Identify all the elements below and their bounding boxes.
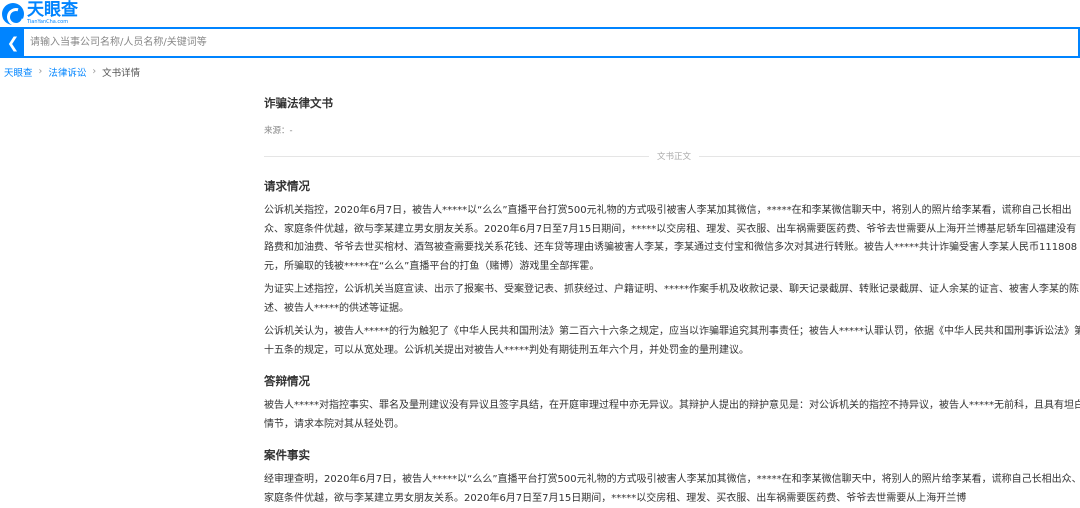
divider-line	[264, 155, 649, 157]
section-heading: 案件事实	[264, 448, 310, 462]
divider-line	[699, 155, 1080, 157]
logo-text: 天眼查	[27, 0, 78, 20]
document-source: 来源：-	[264, 126, 293, 136]
chevron-left-icon: ❮	[6, 33, 20, 52]
logo-text-group: 天眼查 TianYanCha.com	[27, 2, 78, 25]
paragraph: 被告人*****对指控事实、罪名及量刑建议没有异议且签字具结，在开庭审理过程中亦…	[264, 400, 1080, 430]
logo-icon	[2, 2, 24, 25]
section-heading: 答辩情况	[264, 374, 310, 388]
divider-label: 文书正文	[657, 152, 692, 162]
paragraph: 为证实上述指控，公诉机关当庭宣读、出示了报案书、受案登记表、抓获经过、户籍证明、…	[264, 284, 1079, 314]
search-input[interactable]	[24, 29, 1078, 56]
body-divider: 文书正文	[264, 150, 1080, 162]
breadcrumb-legal[interactable]: 法律诉讼	[48, 65, 86, 79]
back-button[interactable]: ❮	[2, 29, 24, 56]
paragraph: 公诉机关认为，被告人*****的行为触犯了《中华人民共和国刑法》第二百六十六条之…	[264, 326, 1080, 356]
search-bar: ❮	[0, 27, 1080, 58]
section-facts: 案件事实 经审理查明，2020年6月7日，被告人*****以“么么”直播平台打赏…	[264, 448, 1080, 508]
paragraph: 经审理查明，2020年6月7日，被告人*****以“么么”直播平台打赏500元礼…	[264, 474, 1080, 504]
section-defense: 答辩情况 被告人*****对指控事实、罪名及量刑建议没有异议且签字具结，在开庭审…	[264, 374, 1080, 434]
top-bar: 天眼查 TianYanCha.com	[0, 0, 1080, 27]
section-request: 请求情况 公诉机关指控，2020年6月7日，被告人*****以“么么”直播平台打…	[264, 179, 1080, 360]
breadcrumb-separator: ›	[38, 66, 43, 77]
logo-subtext: TianYanCha.com	[27, 19, 69, 25]
logo[interactable]: 天眼查 TianYanCha.com	[2, 2, 78, 25]
breadcrumb-home[interactable]: 天眼查	[4, 65, 33, 79]
breadcrumb: 天眼查 › 法律诉讼 › 文书详情	[0, 58, 1080, 85]
section-heading: 请求情况	[264, 179, 310, 193]
paragraph: 公诉机关指控，2020年6月7日，被告人*****以“么么”直播平台打赏500元…	[264, 205, 1078, 272]
breadcrumb-separator: ›	[92, 66, 97, 77]
document-content: 诈骗法律文书 来源：- 文书正文 请求情况 公诉机关指控，2020年6月7日，被…	[264, 96, 1080, 508]
breadcrumb-current: 文书详情	[102, 67, 141, 79]
document-title: 诈骗法律文书	[264, 96, 333, 110]
